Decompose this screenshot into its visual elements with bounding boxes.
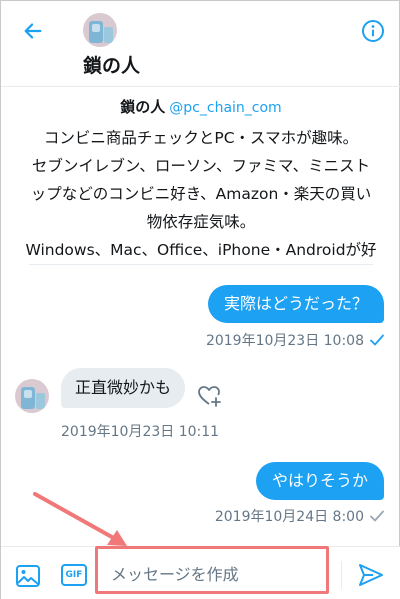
incoming-message-bubble[interactable]: 正直微妙かも [61, 368, 186, 408]
message-timestamp: 2019年10月23日 10:11 [61, 424, 220, 440]
arrow-left-icon [24, 23, 42, 39]
gif-button[interactable]: GIF [61, 564, 87, 586]
message-timestamp: 2019年10月24日 8:00 [214, 509, 364, 525]
avatar[interactable] [83, 13, 117, 47]
message-meta: 2019年10月23日 10:08 [206, 330, 384, 350]
profile-card: 鎖の人 @pc_chain_com コンビニ商品チェックとPC・スマホが趣味。 セ… [1, 95, 400, 264]
message-timestamp: 2019年10月23日 10:08 [205, 333, 364, 349]
conversation-title[interactable]: 鎖の人 [83, 51, 140, 78]
bio-line: ップなどのコンビニ好き、Amazon・楽天の買い [30, 185, 372, 203]
read-check-icon [370, 334, 384, 346]
message-composer: GIF [1, 546, 400, 599]
send-button[interactable] [357, 561, 385, 589]
message-input[interactable] [103, 554, 323, 594]
image-icon [16, 565, 40, 587]
info-button[interactable] [359, 17, 387, 45]
bio-line: セブンイレブン、ローソン、ファミマ、ミニスト [31, 157, 371, 175]
like-message-button[interactable] [197, 383, 223, 409]
dm-conversation-screen: 鎖の人 鎖の人 @pc_chain_com コンビニ商品チェックとPC・スマホが趣… [0, 0, 400, 599]
info-icon [362, 20, 384, 42]
message-meta: 2019年10月23日 10:11 [61, 421, 219, 441]
divider [341, 561, 342, 589]
profile-bio: コンビニ商品チェックとPC・スマホが趣味。 セブンイレブン、ローソン、ファミマ、… [1, 124, 400, 264]
heart-plus-icon [198, 386, 221, 407]
add-media-button[interactable] [15, 564, 41, 588]
bio-line: 物依存症気味。 [146, 213, 256, 231]
outgoing-message-bubble[interactable]: やはりそうか [255, 462, 384, 500]
divider [29, 264, 373, 265]
profile-handle[interactable]: @pc_chain_com [169, 100, 281, 116]
outgoing-message-bubble[interactable]: 実際はどうだった？ [207, 285, 384, 323]
avatar[interactable] [15, 379, 49, 413]
sent-check-icon [370, 510, 384, 522]
send-icon [359, 564, 383, 586]
message-meta: 2019年10月24日 8:00 [215, 506, 384, 526]
bio-line: Windows、Mac、Office、iPhone・Androidが好 [25, 241, 377, 259]
back-button[interactable] [19, 17, 47, 45]
profile-name[interactable]: 鎖の人 [120, 98, 165, 116]
conversation-header: 鎖の人 [1, 1, 400, 87]
bio-line: コンビニ商品チェックとPC・スマホが趣味。 [43, 129, 359, 147]
